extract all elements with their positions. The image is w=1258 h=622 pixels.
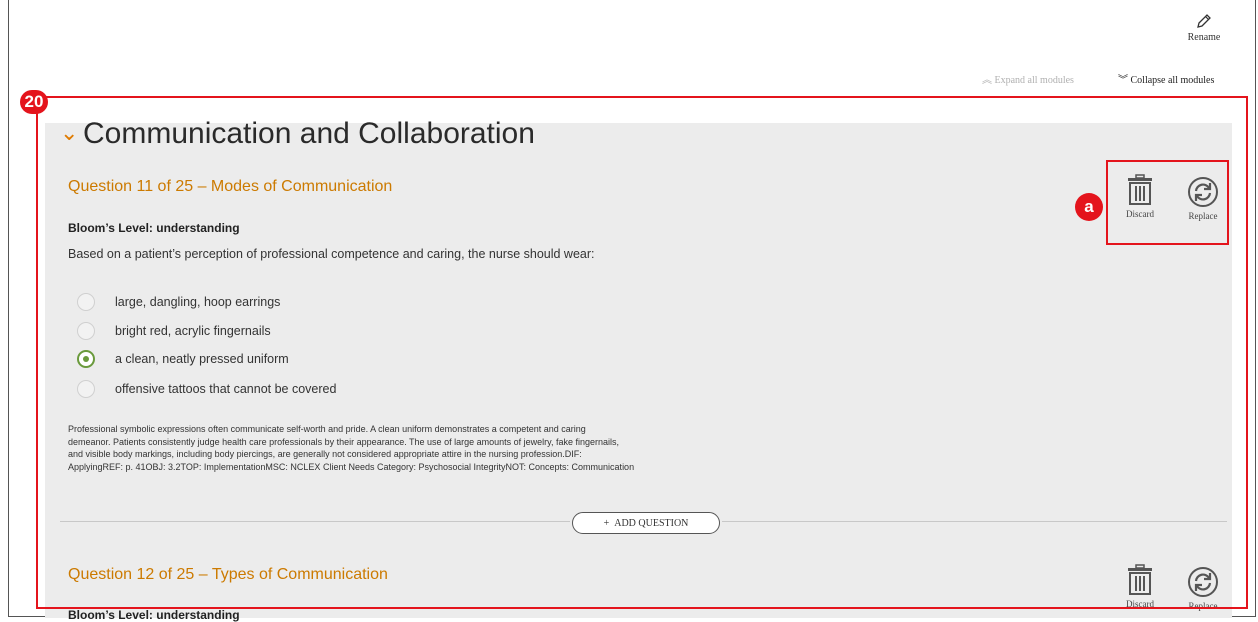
expand-all-label: Expand all modules (994, 75, 1074, 86)
rename-button[interactable]: Rename (1176, 12, 1232, 43)
callout-box-actions (1106, 160, 1229, 245)
callout-badge-20: 20 (20, 90, 48, 114)
collapse-all-button[interactable]: ︾ Collapse all modules (1118, 71, 1214, 86)
expand-all-button[interactable]: ︽ Expand all modules (982, 71, 1074, 86)
pencil-icon (1197, 14, 1211, 28)
double-chevron-up-icon: ︽ (982, 75, 992, 86)
callout-box-module (36, 96, 1248, 609)
callout-badge-a: a (1075, 193, 1103, 221)
collapse-all-label: Collapse all modules (1130, 75, 1215, 86)
bloom-level: Bloom’s Level: understanding (68, 608, 240, 622)
double-chevron-down-icon: ︾ (1118, 75, 1128, 86)
rename-label: Rename (1187, 32, 1221, 43)
